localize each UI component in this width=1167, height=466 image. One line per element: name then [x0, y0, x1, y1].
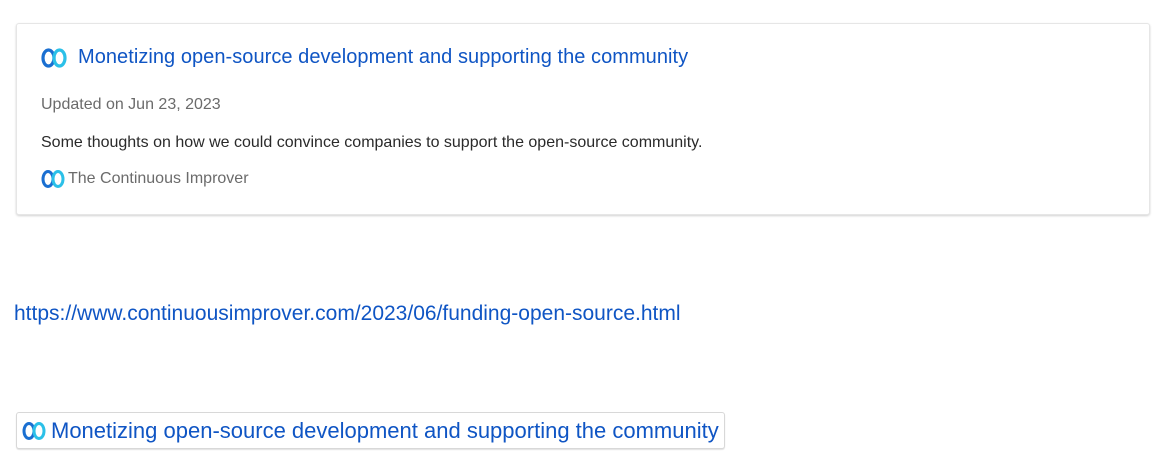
- card-source: The Continuous Improver: [41, 169, 249, 189]
- chip-title[interactable]: Monetizing open-source development and s…: [51, 418, 719, 444]
- link-chip[interactable]: Monetizing open-source development and s…: [16, 412, 725, 449]
- card-description: Some thoughts on how we could convince c…: [41, 134, 703, 151]
- card-updated-date: Updated on Jun 23, 2023: [41, 96, 221, 113]
- plain-url-link[interactable]: https://www.continuousimprover.com/2023/…: [14, 302, 681, 326]
- link-preview-card[interactable]: Monetizing open-source development and s…: [16, 23, 1150, 215]
- card-source-name: The Continuous Improver: [68, 170, 249, 187]
- card-title-link[interactable]: Monetizing open-source development and s…: [41, 46, 688, 69]
- infinity-logo-icon: [41, 169, 65, 189]
- card-title[interactable]: Monetizing open-source development and s…: [78, 46, 688, 69]
- infinity-logo-icon: [41, 47, 67, 69]
- infinity-logo-icon: [22, 421, 46, 441]
